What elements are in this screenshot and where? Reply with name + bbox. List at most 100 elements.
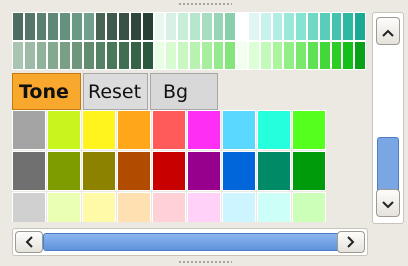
shade-swatch[interactable] [47, 12, 60, 41]
color-swatch[interactable] [12, 192, 46, 222]
tab-bg[interactable]: Bg [150, 73, 218, 110]
shade-swatch[interactable] [82, 41, 95, 70]
shade-swatch[interactable] [177, 41, 189, 70]
shade-swatch[interactable] [330, 41, 343, 70]
color-swatch[interactable] [222, 110, 256, 150]
shade-swatch[interactable] [283, 12, 296, 41]
shade-swatch[interactable] [212, 12, 225, 41]
shade-swatch[interactable] [12, 12, 24, 41]
resize-grip-bottom[interactable] [178, 260, 232, 264]
shade-swatch[interactable] [330, 12, 343, 41]
shade-swatch[interactable] [236, 12, 248, 41]
color-swatch[interactable] [187, 192, 221, 222]
shade-swatch[interactable] [259, 41, 272, 70]
shade-swatch[interactable] [354, 12, 366, 41]
color-swatch[interactable] [82, 151, 116, 191]
shade-swatch[interactable] [23, 12, 36, 41]
shade-swatch[interactable] [200, 41, 213, 70]
shade-swatch[interactable] [259, 12, 272, 41]
shade-swatch[interactable] [165, 12, 178, 41]
shade-swatch[interactable] [12, 41, 24, 70]
scroll-left-button[interactable] [15, 231, 43, 253]
shade-swatch[interactable] [224, 41, 237, 70]
tab-tone[interactable]: Tone [12, 73, 81, 110]
shade-swatch[interactable] [118, 12, 130, 41]
shade-swatch[interactable] [153, 41, 166, 70]
color-swatch[interactable] [292, 151, 326, 191]
color-swatch[interactable] [257, 192, 291, 222]
horizontal-scroll-thumb[interactable] [43, 233, 341, 251]
shade-swatch[interactable] [94, 41, 107, 70]
resize-grip-top[interactable] [178, 2, 232, 6]
shade-swatch[interactable] [165, 41, 178, 70]
tab-reset[interactable]: Reset [83, 73, 148, 110]
scroll-right-button[interactable] [337, 231, 365, 253]
color-swatch[interactable] [82, 110, 116, 150]
shade-swatch[interactable] [94, 12, 107, 41]
color-swatch[interactable] [47, 110, 81, 150]
shade-swatch[interactable] [188, 12, 201, 41]
shade-swatch[interactable] [129, 12, 142, 41]
shade-swatch[interactable] [106, 41, 119, 70]
shade-swatch[interactable] [271, 12, 284, 41]
shade-swatch[interactable] [236, 41, 248, 70]
shade-swatch[interactable] [342, 12, 355, 41]
shade-swatch[interactable] [318, 41, 331, 70]
color-swatch[interactable] [187, 110, 221, 150]
shade-swatch[interactable] [318, 12, 331, 41]
shade-swatch[interactable] [247, 12, 260, 41]
shade-swatch[interactable] [295, 41, 307, 70]
shade-swatch[interactable] [177, 12, 189, 41]
scroll-down-button[interactable] [376, 189, 400, 217]
shade-swatch[interactable] [35, 41, 48, 70]
shade-swatch[interactable] [306, 12, 319, 41]
shade-swatch[interactable] [295, 12, 307, 41]
color-swatch[interactable] [82, 192, 116, 222]
shade-swatch[interactable] [59, 41, 71, 70]
color-swatch[interactable] [292, 192, 326, 222]
shade-swatch[interactable] [212, 41, 225, 70]
shade-swatch[interactable] [82, 12, 95, 41]
shade-swatch[interactable] [283, 41, 296, 70]
scroll-up-button[interactable] [376, 17, 400, 45]
color-swatch[interactable] [257, 151, 291, 191]
shade-swatch[interactable] [271, 41, 284, 70]
color-swatch[interactable] [47, 151, 81, 191]
shade-swatch[interactable] [306, 41, 319, 70]
shade-swatch[interactable] [47, 41, 60, 70]
shade-swatch[interactable] [118, 41, 130, 70]
shade-swatch[interactable] [153, 12, 166, 41]
color-swatch[interactable] [152, 192, 186, 222]
shade-swatch[interactable] [70, 41, 83, 70]
shade-swatch[interactable] [141, 41, 154, 70]
shade-swatch[interactable] [35, 12, 48, 41]
color-swatch[interactable] [12, 151, 46, 191]
color-swatch[interactable] [117, 110, 151, 150]
shade-swatch[interactable] [342, 41, 355, 70]
vertical-scroll-thumb[interactable] [377, 137, 399, 193]
shade-swatch[interactable] [129, 41, 142, 70]
color-swatch[interactable] [152, 151, 186, 191]
shade-swatch[interactable] [106, 12, 119, 41]
shade-swatch[interactable] [141, 12, 154, 41]
color-swatch[interactable] [152, 110, 186, 150]
shade-swatch[interactable] [188, 41, 201, 70]
color-swatch[interactable] [187, 151, 221, 191]
horizontal-scrollbar[interactable] [12, 228, 368, 256]
shade-swatch[interactable] [59, 12, 71, 41]
color-swatch[interactable] [292, 110, 326, 150]
shade-swatch[interactable] [200, 12, 213, 41]
shade-swatch[interactable] [354, 41, 366, 70]
color-swatch[interactable] [117, 151, 151, 191]
vertical-scrollbar[interactable] [372, 12, 404, 224]
shade-swatch[interactable] [247, 41, 260, 70]
color-swatch[interactable] [222, 151, 256, 191]
color-swatch[interactable] [257, 110, 291, 150]
color-swatch[interactable] [47, 192, 81, 222]
shade-swatch[interactable] [23, 41, 36, 70]
shade-swatch[interactable] [70, 12, 83, 41]
shade-swatch[interactable] [224, 12, 237, 41]
color-swatch[interactable] [117, 192, 151, 222]
color-swatch[interactable] [222, 192, 256, 222]
color-swatch[interactable] [12, 110, 46, 150]
